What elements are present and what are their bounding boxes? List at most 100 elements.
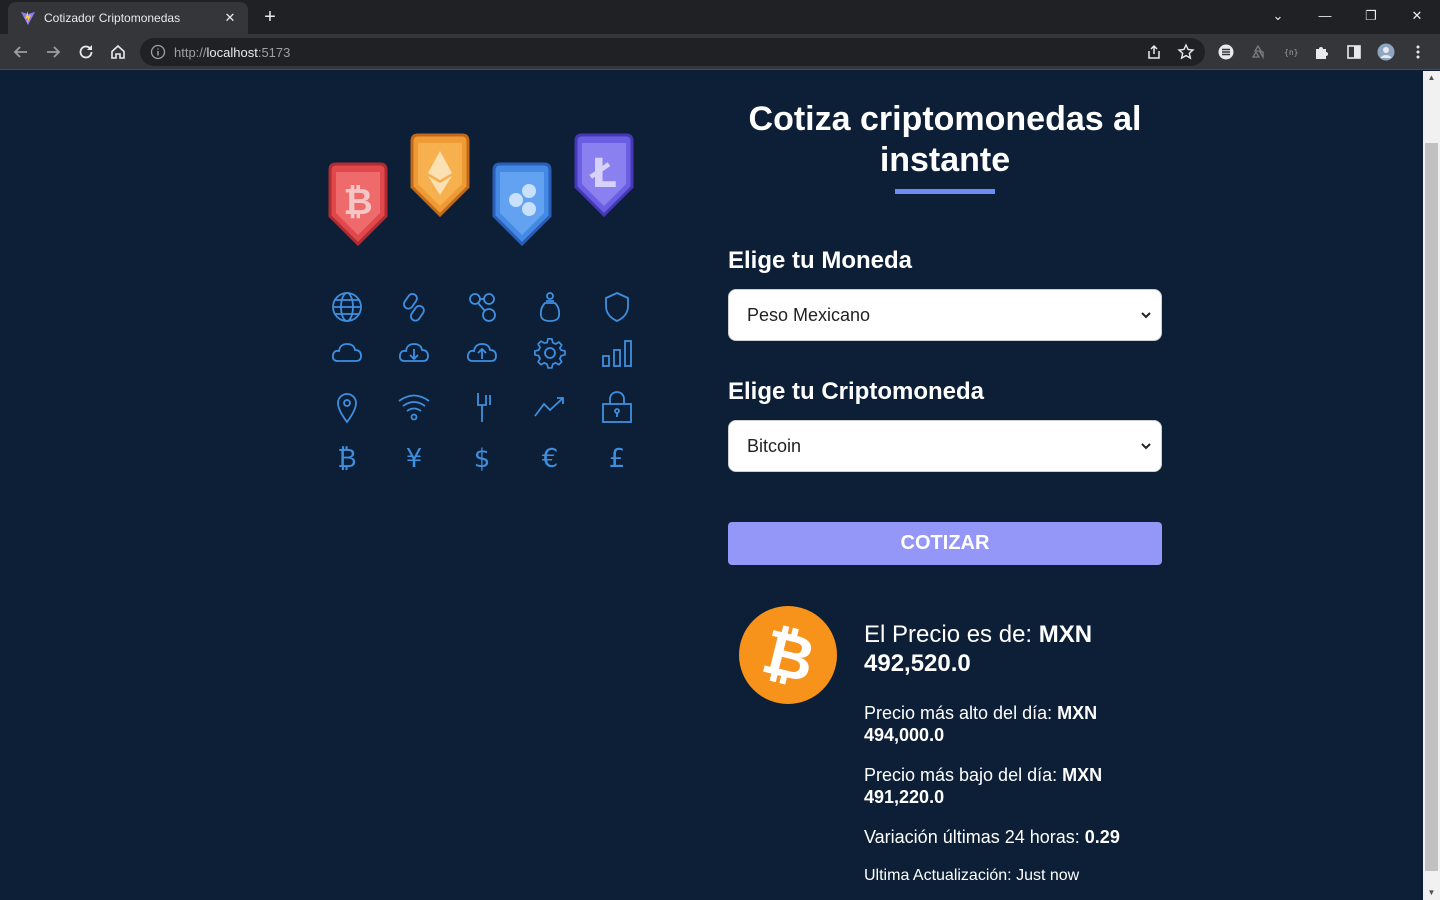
feature-icon-grid: ₿ ¥ $ € £ — [318, 286, 648, 476]
svg-text:€: € — [542, 444, 559, 474]
currency-select-value: Peso Mexicano — [747, 305, 871, 325]
page-scrollbar[interactable]: ▲ ▼ — [1423, 71, 1440, 900]
arrow-right-icon — [47, 46, 61, 58]
price-line: El Precio es de: MXN 492,520.0 — [864, 620, 1144, 678]
updated-value: Just now — [1016, 867, 1080, 884]
updated-line: Ultima Actualización: Just now — [864, 866, 1164, 886]
link-icon — [397, 290, 431, 324]
svg-text:₿: ₿ — [343, 182, 372, 223]
svg-text:$: $ — [474, 444, 491, 474]
svg-text:{n}: {n} — [1284, 48, 1298, 57]
back-button[interactable] — [8, 39, 34, 65]
title-underline — [895, 189, 995, 194]
gear-icon — [533, 336, 567, 370]
location-pin-icon — [330, 390, 364, 424]
reload-icon — [79, 45, 93, 59]
tab-search-button[interactable]: ⌄ — [1258, 4, 1298, 28]
side-panel-icon — [1347, 45, 1361, 59]
shield-icon — [600, 290, 634, 324]
change-value: 0.29 — [1084, 827, 1120, 847]
svg-text:¥: ¥ — [406, 444, 423, 474]
litecoin-badge-icon: Ł — [574, 133, 634, 218]
updated-label: Ultima Actualización: — [864, 867, 1012, 884]
bitcoin-logo-icon: ₿ — [739, 606, 837, 704]
high-price-label: Precio más alto del día: — [864, 703, 1053, 723]
extension-list-button[interactable] — [1213, 39, 1239, 65]
fork-icon — [465, 390, 499, 424]
cotizar-button[interactable]: COTIZAR — [728, 522, 1162, 565]
page-title: Cotiza criptomonedas al instante — [748, 100, 1142, 179]
change-line: Variación últimas 24 horas: 0.29 — [864, 826, 1164, 848]
wifi-icon — [397, 390, 431, 424]
extensions-button[interactable] — [1309, 39, 1335, 65]
reload-button[interactable] — [73, 39, 99, 65]
scroll-down-arrow-icon[interactable]: ▼ — [1423, 886, 1440, 900]
code-brackets-icon: {n} — [1284, 48, 1298, 57]
forward-button[interactable] — [40, 39, 66, 65]
recycle-icon — [1251, 44, 1264, 60]
url-text: http://localhost:5173 — [174, 45, 291, 60]
new-tab-button[interactable]: + — [258, 5, 282, 29]
currency-select[interactable]: Peso Mexicano — [728, 289, 1162, 341]
crypto-select[interactable]: Bitcoin — [728, 420, 1162, 472]
arrow-left-icon — [13, 46, 27, 58]
restore-button[interactable]: ❐ — [1351, 4, 1391, 28]
chevron-down-icon — [1141, 443, 1151, 450]
profile-avatar[interactable] — [1373, 39, 1399, 65]
browser-toolbar: http://localhost:5173 {n} — [0, 34, 1440, 70]
minimize-button[interactable]: — — [1305, 4, 1345, 28]
browser-tab-bar: Cotizador Criptomonedas ✕ + ⌄ — ❐ ✕ — [0, 0, 1440, 34]
money-bag-icon — [533, 290, 567, 324]
more-vertical-icon — [1416, 45, 1420, 59]
crypto-badges-illustration: ₿ Ł — [328, 133, 634, 247]
side-panel-button[interactable] — [1341, 39, 1367, 65]
avatar-icon — [1377, 43, 1395, 61]
trend-up-icon — [533, 390, 567, 424]
home-button[interactable] — [105, 39, 131, 65]
vite-favicon-icon — [21, 11, 35, 25]
change-label: Variación últimas 24 horas: — [864, 827, 1080, 847]
star-icon — [1177, 43, 1195, 60]
scrollbar-thumb[interactable] — [1425, 143, 1438, 871]
puzzle-icon — [1316, 47, 1328, 59]
currency-label: Elige tu Moneda — [728, 247, 913, 274]
ripple-badge-icon — [492, 162, 552, 247]
bar-chart-icon — [600, 336, 634, 370]
bitcoin-badge-icon: ₿ — [328, 162, 388, 247]
network-icon — [465, 290, 499, 324]
high-price-line: Precio más alto del día: MXN 494,000.0 — [864, 702, 1114, 746]
page-content: ₿ Ł ₿ ¥ $ € £ Cotiza criptomonedas al in… — [0, 71, 1423, 900]
address-bar[interactable]: http://localhost:5173 — [140, 38, 1205, 66]
crypto-select-value: Bitcoin — [747, 436, 802, 456]
cloud-upload-icon — [465, 336, 499, 370]
pound-icon: £ — [600, 440, 634, 474]
svg-text:£: £ — [609, 444, 626, 474]
share-button[interactable] — [1141, 39, 1167, 65]
tab-title: Cotizador Criptomonedas — [44, 11, 181, 25]
globe-icon — [330, 290, 364, 324]
tab-close-icon[interactable]: ✕ — [220, 8, 240, 28]
low-price-line: Precio más bajo del día: MXN 491,220.0 — [864, 764, 1114, 808]
svg-text:Ł: Ł — [589, 151, 617, 197]
home-icon — [111, 44, 125, 59]
ethereum-badge-icon — [410, 133, 470, 218]
lock-icon — [600, 390, 634, 424]
chevron-down-icon — [1141, 312, 1151, 319]
price-label: El Precio es de: — [864, 621, 1033, 648]
bookmark-button[interactable] — [1173, 39, 1199, 65]
yen-icon: ¥ — [397, 440, 431, 474]
scroll-up-arrow-icon[interactable]: ▲ — [1423, 71, 1440, 85]
dollar-icon: $ — [465, 440, 499, 474]
svg-text:₿: ₿ — [337, 444, 356, 474]
crypto-label: Elige tu Criptomoneda — [728, 378, 985, 405]
extension-code-button[interactable]: {n} — [1277, 39, 1303, 65]
info-icon[interactable] — [150, 44, 166, 60]
low-price-label: Precio más bajo del día: — [864, 765, 1058, 785]
share-icon — [1148, 44, 1160, 59]
list-circle-icon — [1218, 44, 1234, 60]
euro-icon: € — [533, 440, 567, 474]
close-window-button[interactable]: ✕ — [1397, 4, 1437, 28]
browser-tab[interactable]: Cotizador Criptomonedas ✕ — [8, 2, 248, 34]
extension-recycle-button[interactable] — [1245, 39, 1271, 65]
browser-menu-button[interactable] — [1405, 39, 1431, 65]
